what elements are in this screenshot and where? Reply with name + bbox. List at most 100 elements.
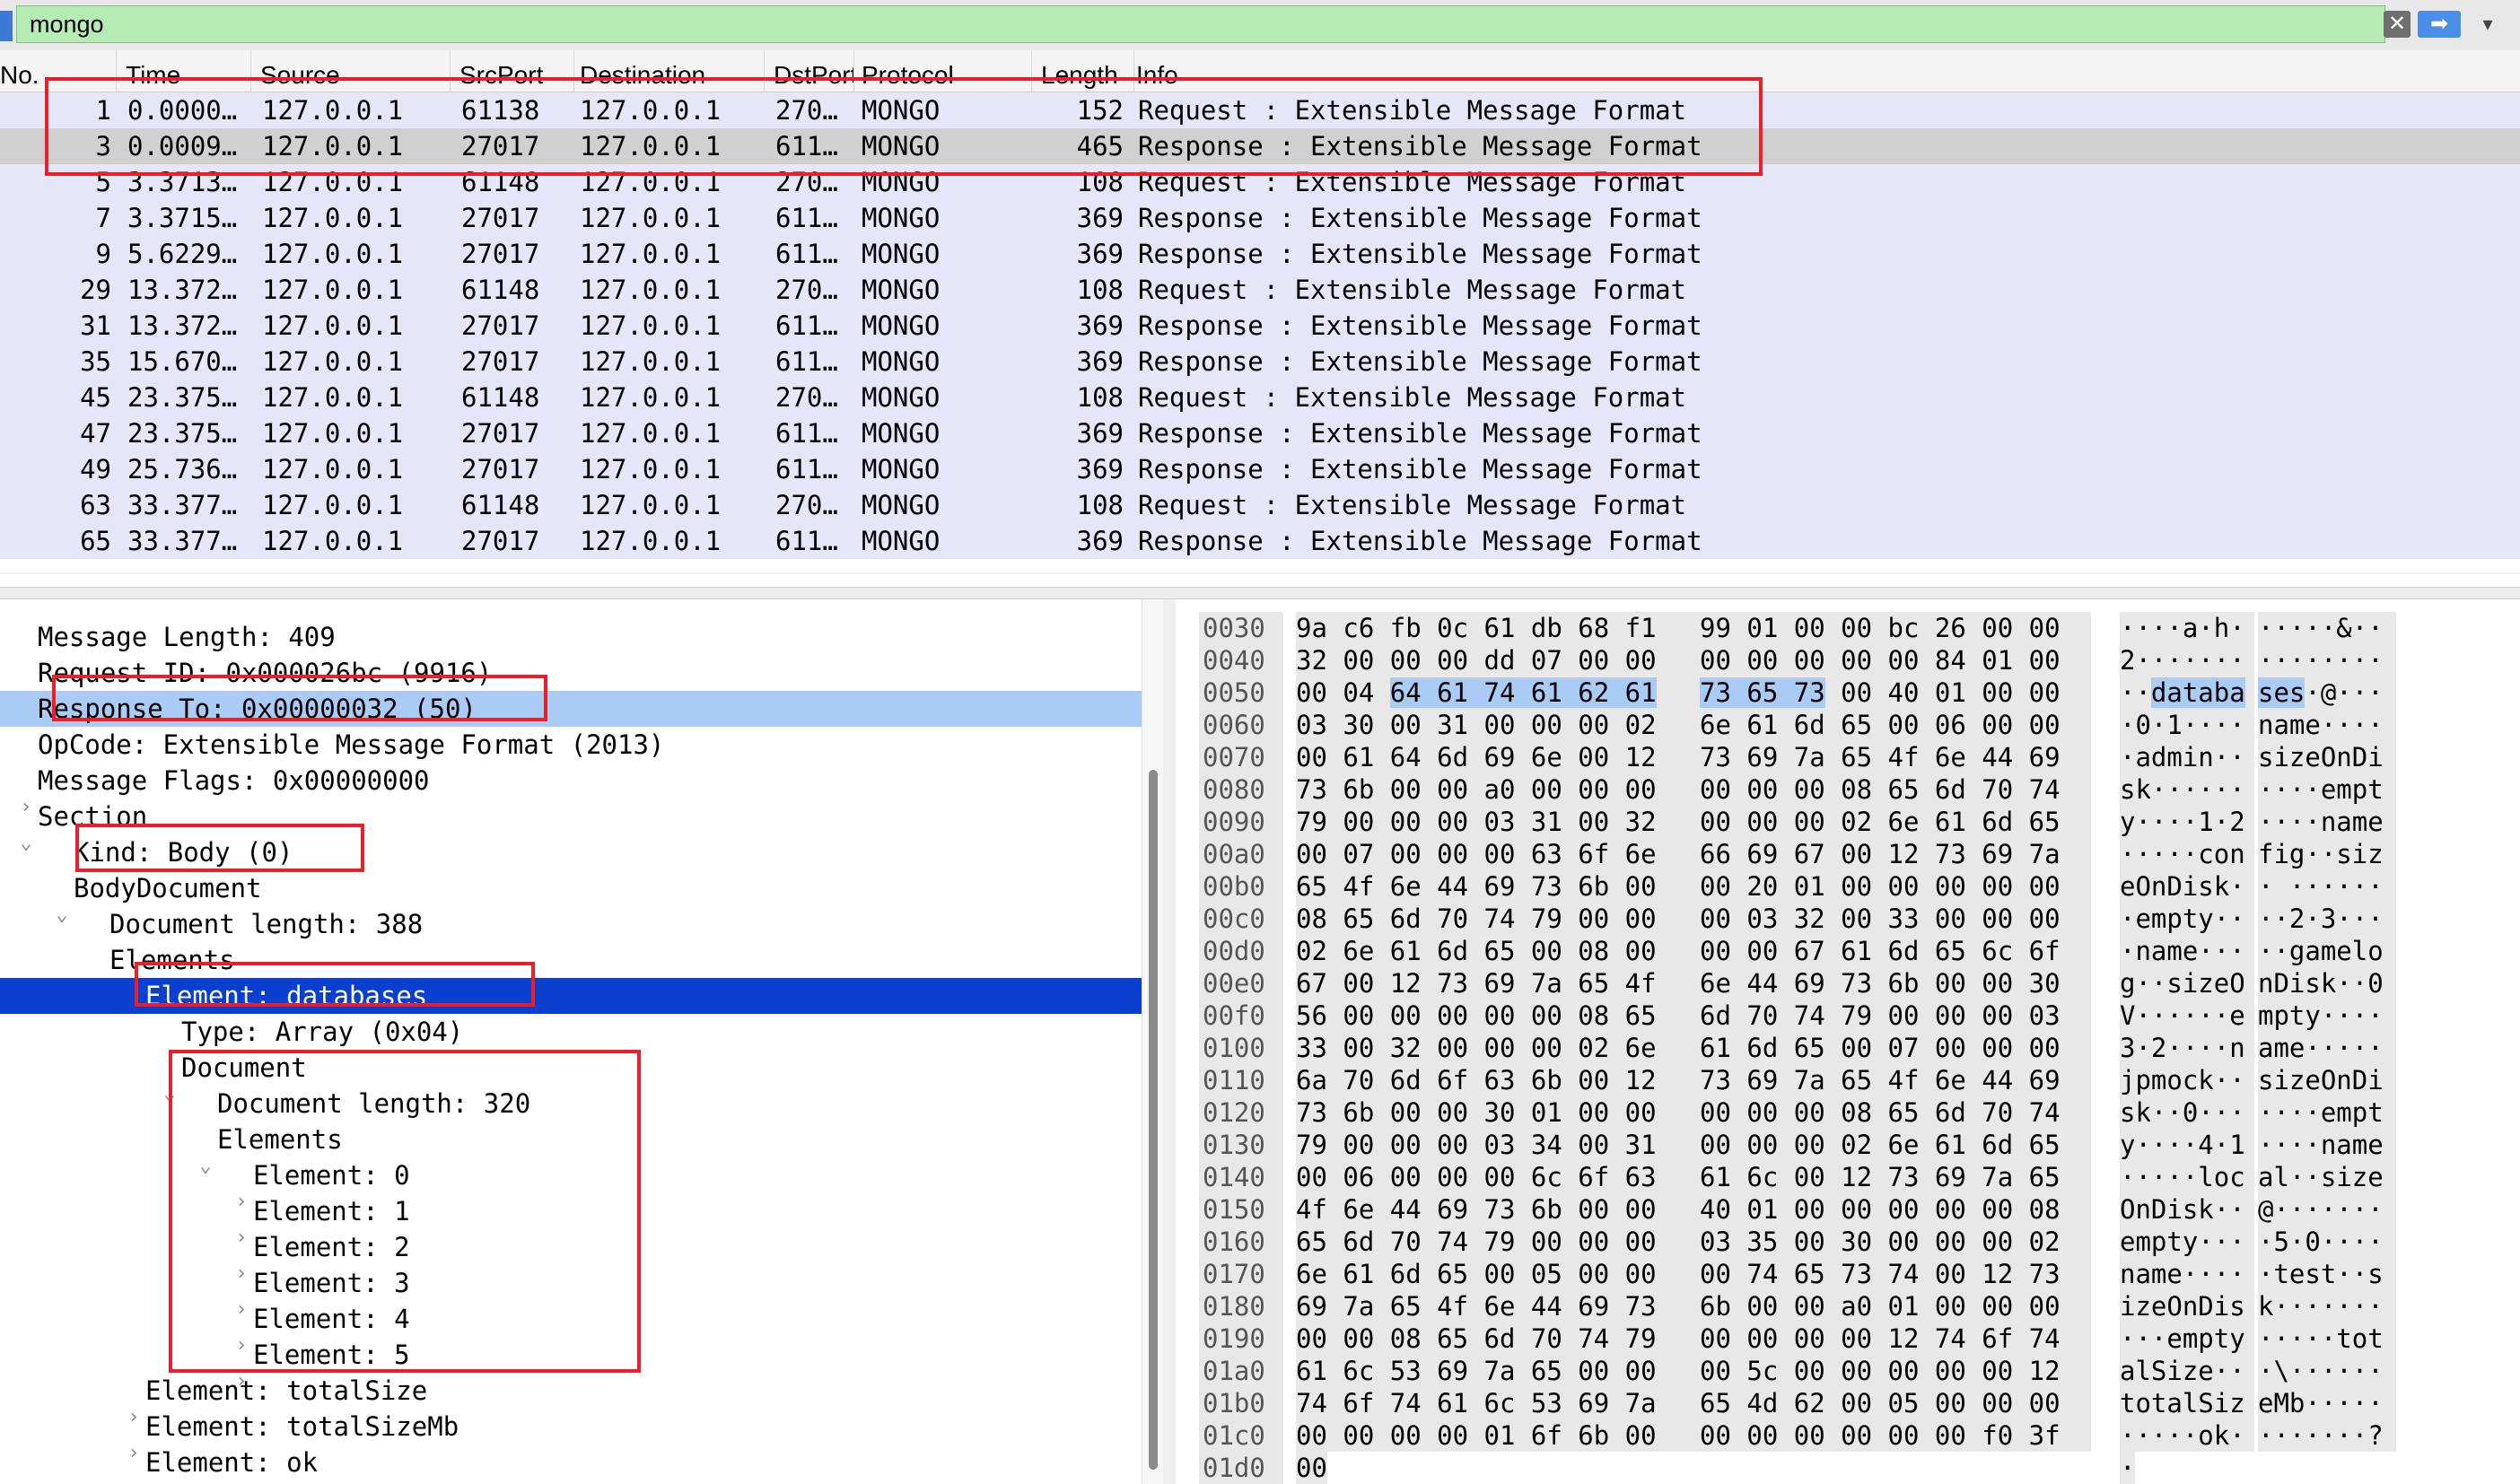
- ascii-bytes-low[interactable]: ····a·h·: [2120, 612, 2254, 644]
- ascii-bytes-high[interactable]: fig··siz: [2258, 838, 2396, 870]
- byte-offset[interactable]: 0080: [1199, 773, 1283, 806]
- ascii-bytes-high[interactable]: name····: [2258, 709, 2396, 741]
- detail-tree-item[interactable]: › Message Flags: 0x00000000: [0, 763, 1142, 818]
- column-header-srcport[interactable]: SrcPort: [451, 50, 574, 92]
- byte-offset[interactable]: 0190: [1199, 1323, 1283, 1355]
- detail-tree-item[interactable]: › Element: totalSizeMb: [0, 1409, 1142, 1464]
- ascii-bytes-high[interactable]: ·······?: [2258, 1419, 2396, 1452]
- hex-bytes-high[interactable]: 00 20 01 00 00 00 00 00: [1700, 870, 2091, 903]
- hex-bytes-low[interactable]: 32 00 00 00 dd 07 00 00: [1296, 644, 1702, 677]
- hex-bytes-high[interactable]: 65 4d 62 00 05 00 00 00: [1700, 1387, 2091, 1419]
- apply-filter-icon[interactable]: ➡: [2418, 11, 2461, 38]
- hex-bytes-low[interactable]: 73 6b 00 00 a0 00 00 00: [1296, 773, 1702, 806]
- hex-bytes-low[interactable]: 79 00 00 00 03 31 00 32: [1296, 806, 1702, 838]
- byte-offset[interactable]: 01c0: [1199, 1419, 1283, 1452]
- hex-bytes-high[interactable]: 61 6c 00 12 73 69 7a 65: [1700, 1161, 2091, 1193]
- ascii-bytes-high[interactable]: sizeOnDi: [2258, 1064, 2396, 1096]
- ascii-bytes-high[interactable]: ses·@···: [2258, 677, 2396, 709]
- column-header-time[interactable]: Time: [117, 50, 251, 92]
- byte-offset[interactable]: 0030: [1199, 612, 1283, 644]
- ascii-bytes-low[interactable]: sk······: [2120, 773, 2254, 806]
- hex-bytes-high[interactable]: 00 00 00 08 65 6d 70 74: [1700, 1096, 2091, 1129]
- detail-tree-item[interactable]: Document length: 320: [0, 1086, 1142, 1122]
- ascii-bytes-low[interactable]: 2·······: [2120, 644, 2254, 677]
- hex-bytes-low[interactable]: 02 6e 61 6d 65 00 08 00: [1296, 935, 1702, 967]
- hex-bytes-low[interactable]: 00 06 00 00 00 6c 6f 63: [1296, 1161, 1702, 1193]
- packet-row[interactable]: 1 0.0000… 127.0.0.1 61138 127.0.0.1 270… MONGO…: [0, 92, 2520, 128]
- ascii-bytes-high[interactable]: ··2·3···: [2258, 903, 2396, 935]
- filter-history-chevron-down-icon[interactable]: ▾: [2470, 11, 2506, 38]
- packet-row[interactable]: 63 33.377… 127.0.0.1 61148 127.0.0.1 270… MONG…: [0, 487, 2520, 523]
- ascii-bytes-high[interactable]: ····empt: [2258, 1096, 2396, 1129]
- hex-bytes-high[interactable]: 6e 44 69 73 6b 00 00 30: [1700, 967, 2091, 1000]
- byte-offset[interactable]: 00e0: [1199, 967, 1283, 1000]
- ascii-bytes-high[interactable]: ····name: [2258, 806, 2396, 838]
- packet-row[interactable]: 7 3.3715… 127.0.0.1 27017 127.0.0.1 611… MONGO…: [0, 200, 2520, 236]
- hex-bytes-high[interactable]: 6b 00 00 a0 01 00 00 00: [1700, 1290, 2091, 1323]
- detail-tree-item[interactable]: › Element: 5: [0, 1337, 1142, 1392]
- ascii-bytes-high[interactable]: al··size: [2258, 1161, 2396, 1193]
- byte-offset[interactable]: 0140: [1199, 1161, 1283, 1193]
- column-header-no[interactable]: No.: [0, 50, 117, 92]
- hex-bytes-high[interactable]: 99 01 00 00 bc 26 00 00: [1700, 612, 2091, 644]
- hex-bytes-high[interactable]: 66 69 67 00 12 73 69 7a: [1700, 838, 2091, 870]
- hex-bytes-high[interactable]: 00 00 00 00 12 74 6f 74: [1700, 1323, 2091, 1355]
- hex-bytes-high[interactable]: 6e 61 6d 65 00 06 00 00: [1700, 709, 2091, 741]
- hex-bytes-low[interactable]: 79 00 00 00 03 34 00 31: [1296, 1129, 1702, 1161]
- hex-bytes-high[interactable]: 73 69 7a 65 4f 6e 44 69: [1700, 741, 2091, 773]
- hex-bytes-low[interactable]: 56 00 00 00 00 00 08 65: [1296, 1000, 1702, 1032]
- byte-offset[interactable]: 0100: [1199, 1032, 1283, 1064]
- hex-bytes-high[interactable]: 00 00 00 02 6e 61 6d 65: [1700, 806, 2091, 838]
- hex-bytes-low[interactable]: 6e 61 6d 65 00 05 00 00: [1296, 1258, 1702, 1290]
- detail-tree-item[interactable]: › Element: 3: [0, 1265, 1142, 1321]
- ascii-bytes-low[interactable]: ·····loc: [2120, 1161, 2254, 1193]
- ascii-bytes-low[interactable]: y····1·2: [2120, 806, 2254, 838]
- hex-bytes-low[interactable]: 08 65 6d 70 74 79 00 00: [1296, 903, 1702, 935]
- ascii-bytes-low[interactable]: alSize··: [2120, 1355, 2254, 1387]
- detail-tree-item[interactable]: Message Length: 409: [0, 619, 1142, 655]
- detail-tree-item[interactable]: Request ID: 0x000026bc (9916): [0, 655, 1142, 691]
- details-vertical-scrollbar[interactable]: [1142, 599, 1164, 1484]
- detail-tree-item[interactable]: ⌄Elements: [0, 1122, 1142, 1177]
- detail-tree-item[interactable]: OpCode: Extensible Message Format (2013): [0, 727, 1142, 763]
- byte-offset[interactable]: 01a0: [1199, 1355, 1283, 1387]
- display-filter-input[interactable]: mongo: [16, 5, 2385, 43]
- byte-offset[interactable]: 0050: [1199, 677, 1283, 709]
- ascii-bytes-high[interactable]: k·······: [2258, 1290, 2396, 1323]
- hex-bytes-low[interactable]: 00 07 00 00 00 63 6f 6e: [1296, 838, 1702, 870]
- hex-bytes-low[interactable]: 69 7a 65 4f 6e 44 69 73: [1296, 1290, 1702, 1323]
- hex-bytes-low[interactable]: 65 4f 6e 44 69 73 6b 00: [1296, 870, 1702, 903]
- ascii-bytes-high[interactable]: nDisk··0: [2258, 967, 2396, 1000]
- pane-divider[interactable]: [1163, 599, 1176, 1484]
- byte-offset[interactable]: 0070: [1199, 741, 1283, 773]
- packet-row[interactable]: 31 13.372… 127.0.0.1 27017 127.0.0.1 611… MONG…: [0, 308, 2520, 344]
- hex-bytes-high[interactable]: 6d 70 74 79 00 00 00 03: [1700, 1000, 2091, 1032]
- hex-bytes-low[interactable]: 00 00 08 65 6d 70 74 79: [1296, 1323, 1702, 1355]
- ascii-bytes-low[interactable]: V······e: [2120, 1000, 2254, 1032]
- ascii-bytes-low[interactable]: sk··0···: [2120, 1096, 2254, 1129]
- byte-offset[interactable]: 00b0: [1199, 870, 1283, 903]
- packet-row[interactable]: 49 25.736… 127.0.0.1 27017 127.0.0.1 611… MONG…: [0, 451, 2520, 487]
- hex-bytes-high[interactable]: 00 5c 00 00 00 00 00 12: [1700, 1355, 2091, 1387]
- byte-offset[interactable]: 0170: [1199, 1258, 1283, 1290]
- ascii-bytes-low[interactable]: ·····ok·: [2120, 1419, 2254, 1452]
- hex-bytes-high[interactable]: 00 03 32 00 33 00 00 00: [1700, 903, 2091, 935]
- byte-offset[interactable]: 00f0: [1199, 1000, 1283, 1032]
- ascii-bytes-high[interactable]: @·······: [2258, 1193, 2396, 1226]
- bookmark-icon[interactable]: [0, 11, 13, 41]
- pane-splitter[interactable]: [0, 587, 2520, 599]
- hex-bytes-low[interactable]: 03 30 00 31 00 00 00 02: [1296, 709, 1702, 741]
- byte-offset[interactable]: 0090: [1199, 806, 1283, 838]
- packet-row[interactable]: 5 3.3713… 127.0.0.1 61148 127.0.0.1 270… MONGO…: [0, 164, 2520, 200]
- ascii-bytes-low[interactable]: ·name···: [2120, 935, 2254, 967]
- ascii-bytes-high[interactable]: ··gamelo: [2258, 935, 2396, 967]
- ascii-bytes-high[interactable]: mpty····: [2258, 1000, 2396, 1032]
- detail-tree-item[interactable]: ›Element: ok: [0, 1445, 1142, 1484]
- packet-row[interactable]: 3 0.0009… 127.0.0.1 27017 127.0.0.1 611… MONGO…: [0, 128, 2520, 164]
- hex-bytes-low[interactable]: 61 6c 53 69 7a 65 00 00: [1296, 1355, 1702, 1387]
- horizontal-scrollbar[interactable]: [0, 572, 2520, 574]
- packet-row[interactable]: 35 15.670… 127.0.0.1 27017 127.0.0.1 611… MONG…: [0, 344, 2520, 380]
- ascii-bytes-high[interactable]: ·test··s: [2258, 1258, 2396, 1290]
- detail-tree-item[interactable]: › Element: 1: [0, 1193, 1142, 1249]
- ascii-bytes-high[interactable]: ····name: [2258, 1129, 2396, 1161]
